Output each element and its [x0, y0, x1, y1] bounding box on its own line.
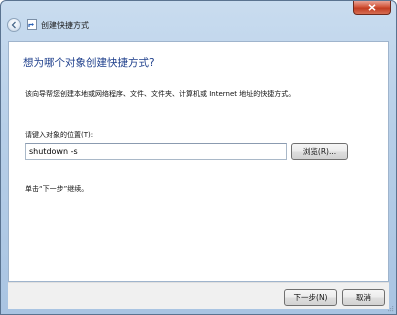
close-icon [368, 4, 376, 11]
next-hint-text: 单击“下一步”继续。 [25, 185, 89, 193]
back-button[interactable] [7, 18, 21, 32]
button-bar: 下一步(N) 取消 [8, 282, 389, 309]
next-button[interactable]: 下一步(N) [284, 289, 337, 306]
window-title: 创建快捷方式 [41, 21, 89, 30]
cancel-button[interactable]: 取消 [342, 289, 385, 306]
browse-button[interactable]: 浏览(R)... [291, 143, 348, 160]
location-label: 请键入对象的位置(T): [25, 131, 94, 139]
close-button[interactable] [353, 1, 391, 15]
location-input[interactable] [25, 143, 287, 160]
back-arrow-icon [11, 21, 16, 29]
resize-grip-icon[interactable] [386, 304, 394, 312]
wizard-page: 想为哪个对象创建快捷方式? 该向导帮您创建本地或网络程序、文件、文件夹、计算机或… [8, 41, 389, 282]
page-heading: 想为哪个对象创建快捷方式? [23, 57, 155, 69]
create-shortcut-window: 创建快捷方式 想为哪个对象创建快捷方式? 该向导帮您创建本地或网络程序、文件、文… [0, 0, 397, 315]
title-bar[interactable]: 创建快捷方式 [1, 1, 396, 41]
shortcut-icon [27, 19, 37, 30]
page-description: 该向导帮您创建本地或网络程序、文件、文件夹、计算机或 Internet 地址的快… [25, 90, 296, 98]
